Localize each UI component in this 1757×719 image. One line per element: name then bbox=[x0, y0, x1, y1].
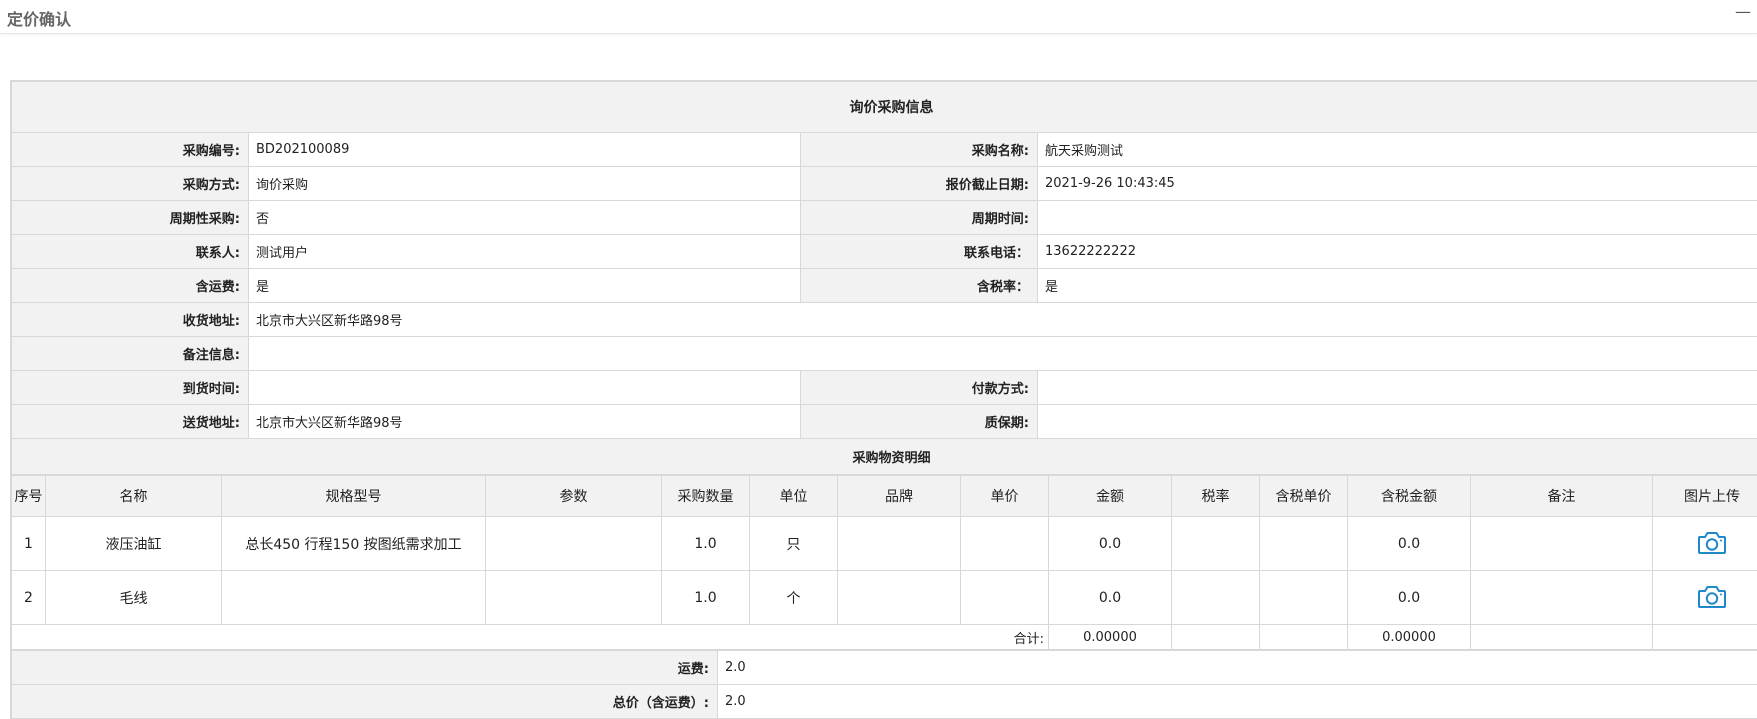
receive-address-label: 收货地址: bbox=[12, 303, 249, 337]
row-name: 毛线 bbox=[46, 571, 222, 625]
row-unit: 个 bbox=[750, 571, 838, 625]
payment-value bbox=[1038, 371, 1757, 405]
row-spec: 总长450 行程150 按图纸需求加工 bbox=[222, 517, 486, 571]
payment-label: 付款方式: bbox=[801, 371, 1038, 405]
row-name: 液压油缸 bbox=[46, 517, 222, 571]
table-row: 1 液压油缸 总长450 行程150 按图纸需求加工 1.0 只 0.0 0.0 bbox=[12, 517, 1757, 571]
camera-icon[interactable] bbox=[1697, 583, 1727, 613]
total-amount: 0.00000 bbox=[1049, 625, 1172, 650]
row-upload-cell bbox=[1653, 571, 1757, 625]
cycle-time-label: 周期时间: bbox=[801, 201, 1038, 235]
row-tax-amount: 0.0 bbox=[1348, 571, 1471, 625]
materials-header-row: 序号 名称 规格型号 参数 采购数量 单位 品牌 单价 金额 税率 含税单价 含… bbox=[12, 476, 1757, 517]
row-tax-price bbox=[1260, 571, 1348, 625]
tax-included-value: 是 bbox=[1038, 269, 1757, 303]
col-header-remark: 备注 bbox=[1471, 476, 1653, 517]
remark-value bbox=[249, 337, 1757, 371]
receive-address-value: 北京市大兴区新华路98号 bbox=[249, 303, 1757, 337]
table-row: 2 毛线 1.0 个 0.0 0.0 bbox=[12, 571, 1757, 625]
delivery-address-label: 送货地址: bbox=[12, 405, 249, 439]
col-header-spec: 规格型号 bbox=[222, 476, 486, 517]
warranty-label: 质保期: bbox=[801, 405, 1038, 439]
row-tax-price bbox=[1260, 517, 1348, 571]
row-param bbox=[486, 517, 662, 571]
row-tax-amount: 0.0 bbox=[1348, 517, 1471, 571]
row-upload-cell bbox=[1653, 517, 1757, 571]
tax-included-label: 含税率： bbox=[801, 269, 1038, 303]
freight-included-value: 是 bbox=[249, 269, 801, 303]
col-header-unit: 单位 bbox=[750, 476, 838, 517]
col-header-param: 参数 bbox=[486, 476, 662, 517]
phone-label: 联系电话： bbox=[801, 235, 1038, 269]
delivery-address-value: 北京市大兴区新华路98号 bbox=[249, 405, 801, 439]
row-amount: 0.0 bbox=[1049, 517, 1172, 571]
contact-value: 测试用户 bbox=[249, 235, 801, 269]
purchase-method-label: 采购方式: bbox=[12, 167, 249, 201]
col-header-tax-amount: 含税金额 bbox=[1348, 476, 1471, 517]
camera-icon[interactable] bbox=[1697, 529, 1727, 559]
freight-label: 运费: bbox=[12, 651, 718, 685]
row-qty: 1.0 bbox=[662, 571, 750, 625]
col-header-no: 序号 bbox=[12, 476, 46, 517]
inquiry-info-table: 询价采购信息 采购编号: BD202100089 采购名称: 航天采购测试 采购… bbox=[11, 81, 1757, 475]
arrival-time-label: 到货时间: bbox=[12, 371, 249, 405]
row-remark bbox=[1471, 571, 1653, 625]
page-title: 定价确认 bbox=[7, 6, 71, 30]
contact-label: 联系人: bbox=[12, 235, 249, 269]
arrival-time-value bbox=[249, 371, 801, 405]
row-qty: 1.0 bbox=[662, 517, 750, 571]
purchase-method-value: 询价采购 bbox=[249, 167, 801, 201]
col-header-brand: 品牌 bbox=[838, 476, 961, 517]
freight-value: 2.0 bbox=[718, 651, 1757, 685]
periodic-value: 否 bbox=[249, 201, 801, 235]
fees-table: 运费: 2.0 总价（含运费）: 2.0 bbox=[11, 650, 1757, 719]
row-price bbox=[961, 571, 1049, 625]
col-header-upload: 图片上传 bbox=[1653, 476, 1757, 517]
inquiry-section-title: 询价采购信息 bbox=[12, 82, 1757, 133]
purchase-no-label: 采购编号: bbox=[12, 133, 249, 167]
purchase-name-value: 航天采购测试 bbox=[1038, 133, 1757, 167]
phone-value: 13622222222 bbox=[1038, 235, 1757, 269]
col-header-tax: 税率 bbox=[1172, 476, 1260, 517]
col-header-tax-price: 含税单价 bbox=[1260, 476, 1348, 517]
col-header-amount: 金额 bbox=[1049, 476, 1172, 517]
row-price bbox=[961, 517, 1049, 571]
row-no: 1 bbox=[12, 517, 46, 571]
minimize-button[interactable]: — bbox=[1735, 2, 1751, 21]
top-bar: 定价确认 — bbox=[0, 0, 1757, 34]
row-unit: 只 bbox=[750, 517, 838, 571]
row-tax bbox=[1172, 571, 1260, 625]
row-amount: 0.0 bbox=[1049, 571, 1172, 625]
col-header-price: 单价 bbox=[961, 476, 1049, 517]
row-brand bbox=[838, 517, 961, 571]
total-label: 合计: bbox=[12, 625, 1049, 650]
total-row: 合计: 0.00000 0.00000 bbox=[12, 625, 1757, 650]
cycle-time-value bbox=[1038, 201, 1757, 235]
periodic-label: 周期性采购: bbox=[12, 201, 249, 235]
row-brand bbox=[838, 571, 961, 625]
row-spec bbox=[222, 571, 486, 625]
pricing-panel: 询价采购信息 采购编号: BD202100089 采购名称: 航天采购测试 采购… bbox=[10, 80, 1757, 719]
quote-deadline-label: 报价截止日期: bbox=[801, 167, 1038, 201]
warranty-value bbox=[1038, 405, 1757, 439]
remark-label: 备注信息: bbox=[12, 337, 249, 371]
purchase-name-label: 采购名称: bbox=[801, 133, 1038, 167]
freight-included-label: 含运费: bbox=[12, 269, 249, 303]
materials-section-title: 采购物资明细 bbox=[12, 439, 1757, 475]
purchase-no-value: BD202100089 bbox=[249, 133, 801, 167]
row-no: 2 bbox=[12, 571, 46, 625]
col-header-name: 名称 bbox=[46, 476, 222, 517]
row-param bbox=[486, 571, 662, 625]
quote-deadline-value: 2021-9-26 10:43:45 bbox=[1038, 167, 1757, 201]
total-tax-amount: 0.00000 bbox=[1348, 625, 1471, 650]
materials-table: 序号 名称 规格型号 参数 采购数量 单位 品牌 单价 金额 税率 含税单价 含… bbox=[11, 475, 1757, 650]
col-header-qty: 采购数量 bbox=[662, 476, 750, 517]
row-tax bbox=[1172, 517, 1260, 571]
row-remark bbox=[1471, 517, 1653, 571]
